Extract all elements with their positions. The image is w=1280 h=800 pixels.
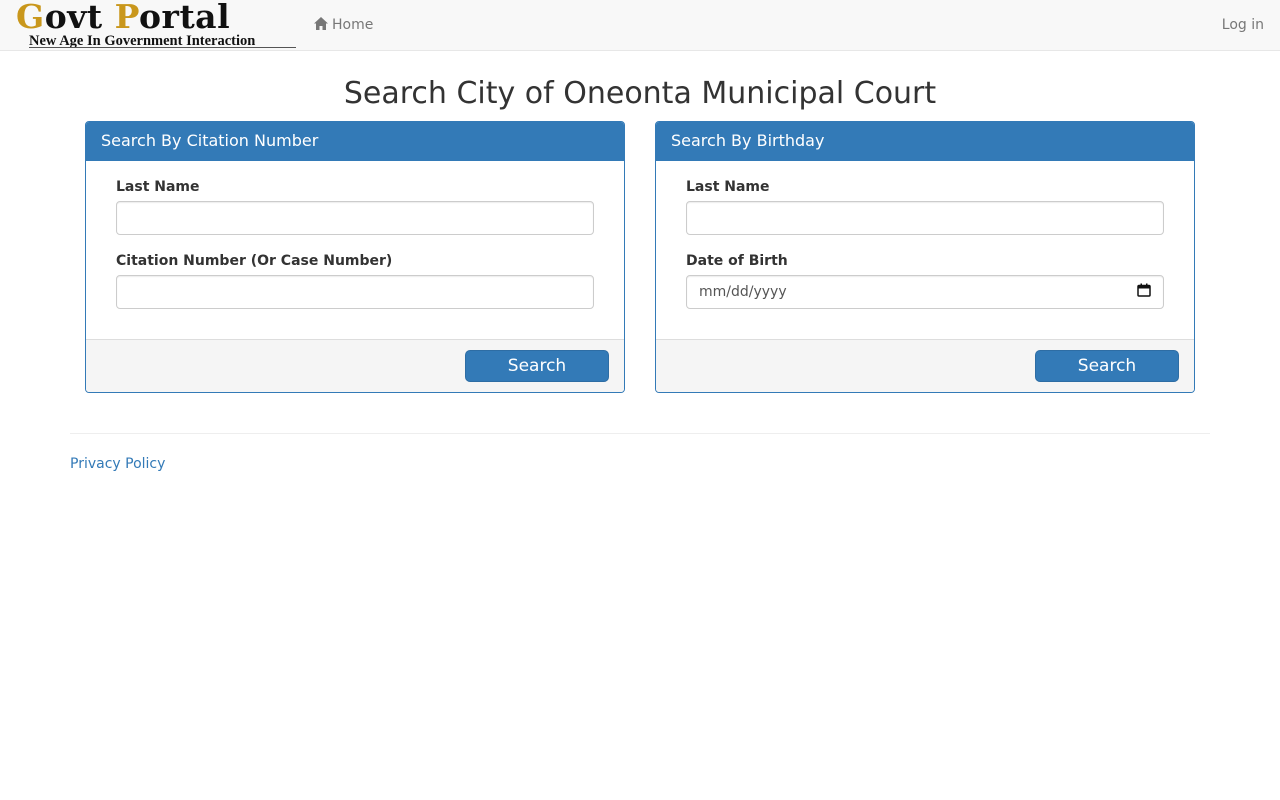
login-link[interactable]: Log in [1222,15,1264,35]
brand-title-p: P [114,0,140,36]
nav-home-label: Home [332,17,374,33]
citation-panel-heading: Search By Citation Number [86,122,624,161]
birthday-panel-heading: Search By Birthday [656,122,1194,161]
page-title: Search City of Oneonta Municipal Court [343,76,937,111]
nav-home-link[interactable]: Home [313,15,373,35]
brand-title-g: G [16,0,45,36]
citation-last-name-label: Last Name [116,179,200,195]
privacy-policy-link[interactable]: Privacy Policy [70,455,165,473]
citation-last-name-input[interactable] [116,201,594,235]
birthday-panel-body: Last Name Date of Birth mm/dd/yyyy [656,161,1194,340]
birthday-search-button[interactable]: Search [1035,350,1179,382]
brand-underline [29,47,296,48]
dob-input[interactable]: mm/dd/yyyy [686,275,1164,309]
brand-title-ortal: ortal [139,0,231,36]
birthday-search-panel: Search By Birthday Last Name Date of Bir… [655,121,1195,393]
citation-search-button[interactable]: Search [465,350,609,382]
dob-placeholder: mm/dd/yyyy [699,284,787,300]
home-icon [313,16,329,35]
brand-title-ovt: ovt [44,0,115,36]
citation-panel-footer: Search [86,339,624,392]
brand-logo[interactable]: Govt Portal New Age In Government Intera… [14,0,296,50]
citation-panel-body: Last Name Citation Number (Or Case Numbe… [86,161,624,340]
citation-number-input[interactable] [116,275,594,309]
birthday-panel-footer: Search [656,339,1194,392]
dob-label: Date of Birth [686,253,788,269]
birthday-last-name-label: Last Name [686,179,770,195]
birthday-last-name-input[interactable] [686,201,1164,235]
calendar-icon[interactable] [1137,283,1151,301]
citation-search-panel: Search By Citation Number Last Name Cita… [85,121,625,393]
citation-number-label: Citation Number (Or Case Number) [116,253,393,269]
navbar: Govt Portal New Age In Government Intera… [0,0,1280,51]
footer-divider [70,433,1210,434]
